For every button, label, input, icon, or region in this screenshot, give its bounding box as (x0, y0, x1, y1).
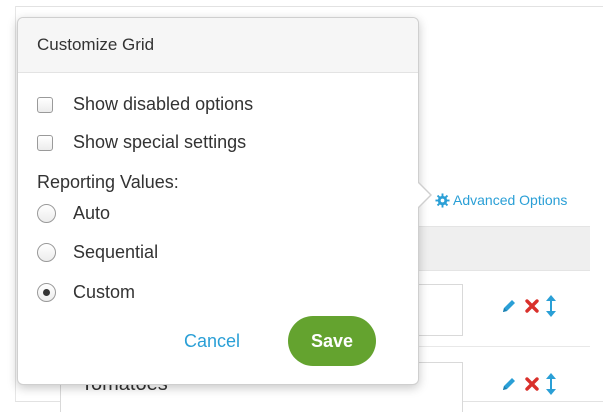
gear-icon (435, 192, 450, 208)
radio-custom[interactable] (37, 283, 56, 302)
customize-grid-popover: Customize Grid Show disabled options Sho… (17, 17, 419, 385)
popover-title: Customize Grid (18, 18, 418, 73)
reorder-arrows-icon[interactable] (546, 295, 556, 317)
reorder-arrows-icon[interactable] (546, 373, 556, 395)
radio-auto-label: Auto (73, 203, 111, 223)
grid-header-row (410, 226, 590, 271)
delete-x-icon[interactable] (524, 376, 540, 392)
show-disabled-options-label: Show disabled options (73, 94, 254, 114)
radio-sequential-row[interactable]: Sequential (37, 242, 158, 263)
row-actions (500, 373, 556, 395)
radio-auto-row[interactable]: Auto (37, 203, 110, 224)
show-disabled-options-checkbox-row[interactable]: Show disabled options (37, 94, 253, 115)
show-special-settings-checkbox-row[interactable]: Show special settings (37, 132, 246, 153)
row-actions (500, 295, 556, 317)
show-special-settings-checkbox[interactable] (37, 134, 53, 151)
reporting-values-label: Reporting Values: (37, 172, 179, 192)
page-border-top (15, 6, 603, 7)
show-special-settings-label: Show special settings (73, 132, 247, 152)
delete-x-icon[interactable] (524, 298, 540, 314)
advanced-options-link[interactable]: Advanced Options (435, 192, 567, 208)
cancel-button[interactable]: Cancel (184, 331, 240, 352)
edit-pencil-icon[interactable] (500, 375, 518, 393)
save-button[interactable]: Save (288, 316, 376, 366)
radio-sequential-label: Sequential (73, 242, 159, 262)
page-border-left (15, 6, 16, 401)
advanced-options-label: Advanced Options (453, 192, 568, 208)
show-disabled-options-checkbox[interactable] (37, 96, 53, 113)
radio-auto[interactable] (37, 204, 56, 223)
radio-custom-label: Custom (73, 282, 136, 302)
radio-sequential[interactable] (37, 243, 56, 262)
popover-arrow-fill (418, 183, 430, 207)
radio-custom-row[interactable]: Custom (37, 282, 135, 303)
edit-pencil-icon[interactable] (500, 297, 518, 315)
